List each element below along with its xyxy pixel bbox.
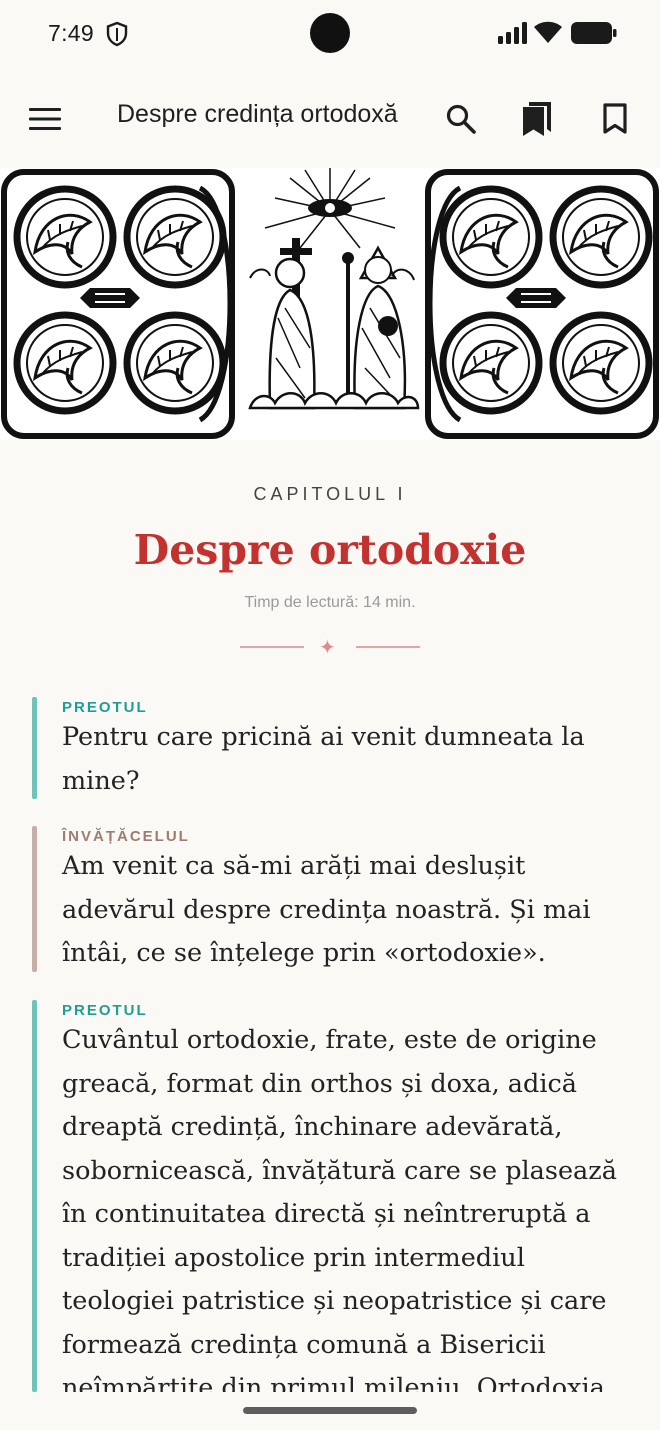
dialog-block: PREOTUL Cuvântul ortodoxie, frate, este … — [32, 1000, 632, 1392]
search-icon — [446, 104, 476, 134]
divider-line-left — [240, 646, 304, 648]
sparkle-icon: ✦ — [319, 637, 336, 659]
divider-line-right — [356, 646, 420, 648]
bookmark-icon — [603, 103, 627, 134]
bookmarks-list-button[interactable] — [514, 96, 560, 142]
camera-cutout — [310, 13, 350, 53]
dialog-text: Pentru care pricină ai venit dumneata la… — [62, 722, 585, 796]
wifi-icon — [534, 21, 562, 43]
chapter-header-illustration — [0, 168, 660, 440]
dialog-block: PREOTUL Pentru care pricină ai venit dum… — [32, 697, 632, 799]
reading-time: Timp de lectură: 14 min. — [244, 594, 416, 611]
reader-screen: 7:49 Despre credința ortodoxă CAPITOLUL … — [0, 0, 660, 1430]
dialog-text: Cuvântul ortodoxie, frate, este de origi… — [62, 1025, 617, 1392]
shield-icon — [106, 21, 128, 47]
home-indicator[interactable] — [243, 1407, 417, 1414]
bookmark-button[interactable] — [592, 96, 638, 142]
status-time: 7:49 — [48, 20, 94, 46]
signal-icon — [498, 22, 527, 44]
speaker-label: PREOTUL — [62, 1002, 148, 1019]
chapter-title: Despre ortodoxie — [133, 526, 527, 574]
status-bar: 7:49 — [0, 0, 660, 68]
speaker-bar — [32, 1000, 37, 1392]
ornamental-divider: ✦ — [240, 636, 420, 659]
speaker-bar — [32, 697, 37, 799]
battery-icon — [571, 22, 617, 44]
chapter-label: CAPITOLUL I — [253, 484, 407, 504]
speaker-label: ÎNVĂȚĂCELUL — [62, 828, 190, 845]
speaker-bar — [32, 826, 37, 972]
dialog-block: ÎNVĂȚĂCELUL Am venit ca să-mi arăți mai … — [32, 826, 632, 972]
dialog-text: Am venit ca să-mi arăți mai deslușit ade… — [62, 851, 591, 968]
app-title: Despre credința ortodoxă — [117, 100, 398, 128]
menu-icon — [29, 108, 61, 130]
app-bar: Despre credința ortodoxă — [0, 78, 660, 160]
menu-button[interactable] — [22, 96, 68, 142]
bookmarks-list-icon — [523, 102, 551, 136]
speaker-label: PREOTUL — [62, 699, 148, 716]
search-button[interactable] — [438, 96, 484, 142]
